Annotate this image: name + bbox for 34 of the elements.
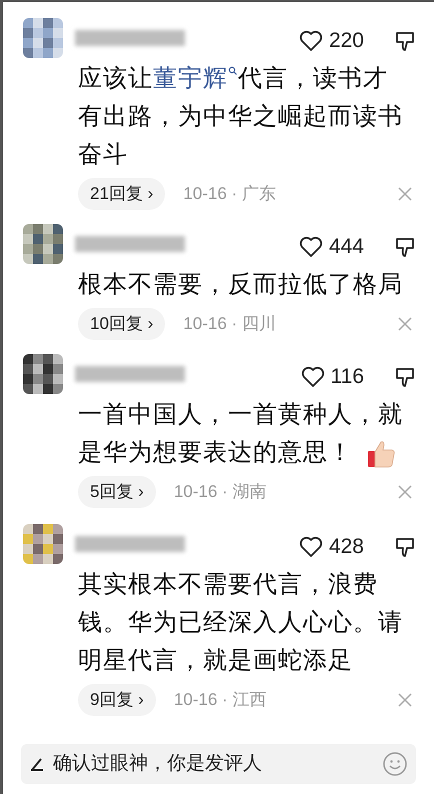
replies-button[interactable]: 9回复 ›	[78, 684, 156, 716]
heart-icon[interactable]	[298, 30, 323, 52]
like-count: 116	[330, 364, 364, 390]
comment-input[interactable]: 确认过眼神，你是发评人	[21, 744, 416, 784]
like-count: 428	[328, 534, 364, 560]
comment-meta: 10-16 · 广东	[183, 183, 276, 206]
comment-text: 根本不需要，反而拉低了格局	[77, 270, 404, 300]
comment-meta: 10-16 · 湖南	[174, 481, 266, 504]
comment-field[interactable]: 确认过眼神，你是发评人	[53, 750, 374, 778]
comment-text: 应该让董宇辉 代言，读书才有出路，为中华之崛起而读书奋斗	[77, 64, 404, 170]
heart-icon[interactable]	[300, 366, 325, 388]
heart-icon[interactable]	[298, 236, 323, 258]
replies-button[interactable]: 10回复 ›	[78, 308, 166, 340]
comment-meta: 10-16 · 江西	[174, 689, 266, 712]
avatar[interactable]	[23, 354, 63, 394]
avatar[interactable]	[23, 524, 63, 564]
comment-text: 一首中国人，一首黄种人，就是华为想要表达的意思！	[23, 396, 416, 472]
thumbs-down-icon[interactable]	[394, 236, 416, 258]
avatar[interactable]	[23, 224, 63, 264]
replies-button[interactable]: 5回复 ›	[78, 476, 156, 508]
thumbs-down-icon[interactable]	[394, 30, 416, 52]
pencil-icon	[29, 756, 45, 772]
search-link[interactable]: 董宇辉	[153, 65, 238, 92]
smiley-icon[interactable]	[382, 751, 408, 777]
thumbs-down-icon[interactable]	[394, 536, 416, 558]
like-count: 444	[328, 234, 364, 260]
heart-icon[interactable]	[298, 536, 323, 558]
comment-text: 其实根本不需要代言，浪费钱。华为已经深入人心心。请明星代言，就是画蛇添足	[77, 570, 404, 676]
comment-meta: 10-16 · 四川	[183, 313, 276, 336]
thumbs-down-icon[interactable]	[394, 366, 416, 388]
like-count: 220	[328, 28, 364, 54]
search-icon	[228, 66, 238, 76]
replies-button[interactable]: 21回复 ›	[78, 178, 166, 210]
avatar[interactable]	[23, 18, 63, 58]
